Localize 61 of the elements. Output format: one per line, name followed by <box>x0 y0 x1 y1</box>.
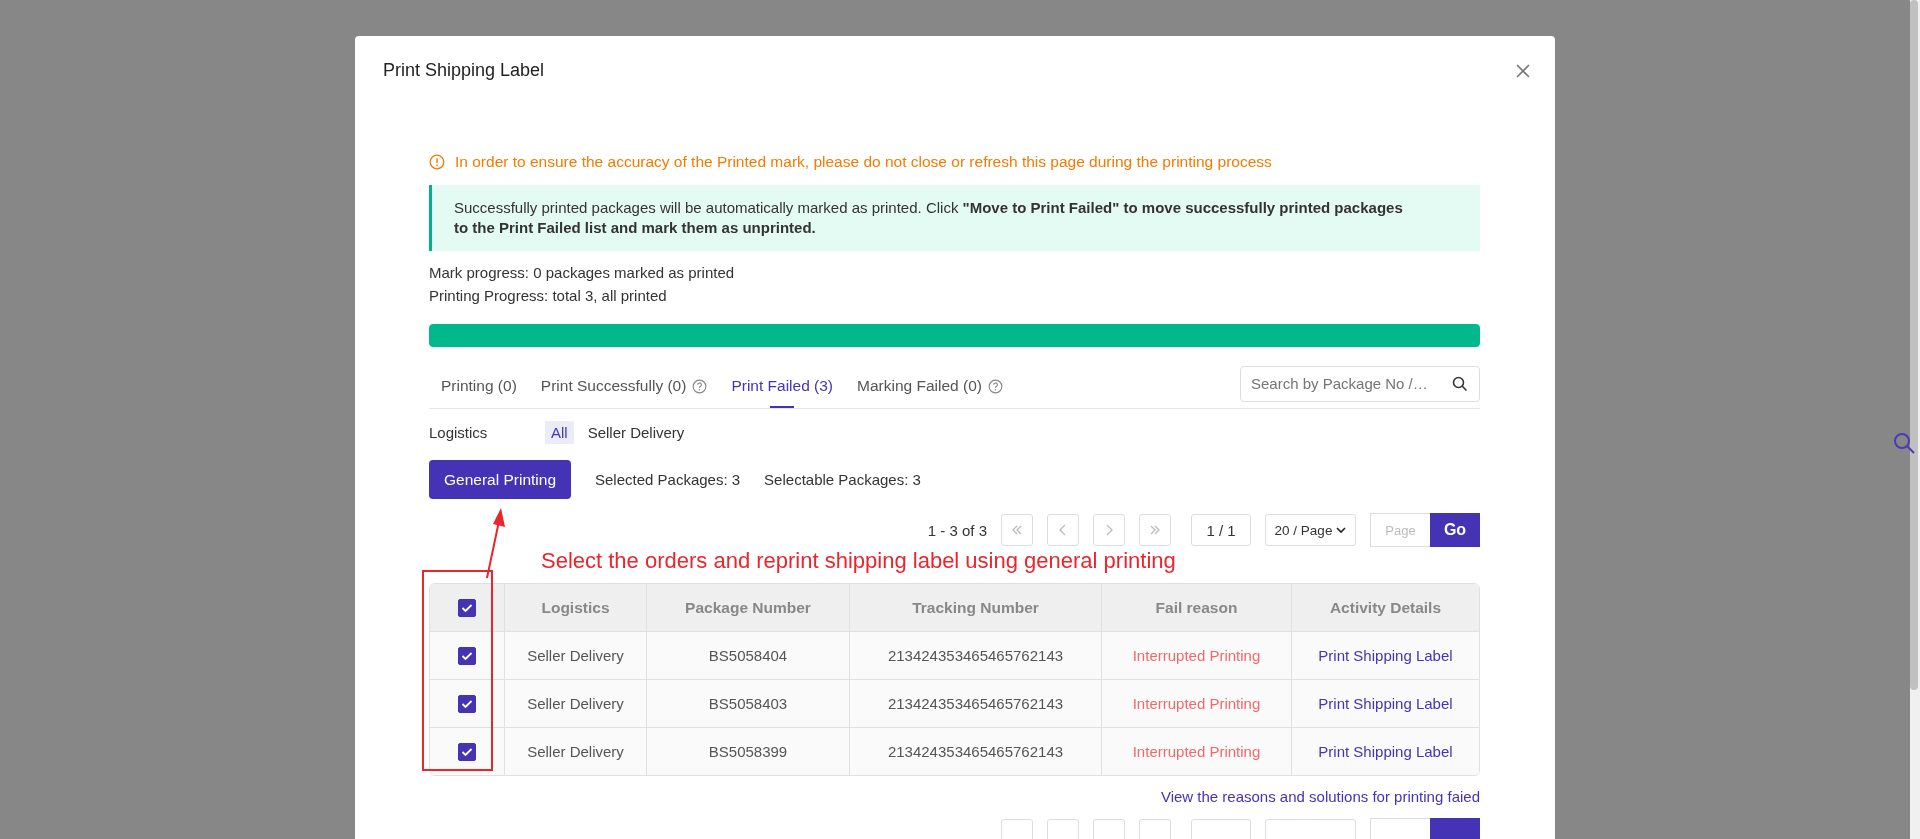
search-icon[interactable] <box>1452 375 1468 392</box>
first-page-button[interactable] <box>1001 514 1033 546</box>
dialog-title: Print Shipping Label <box>383 60 545 81</box>
filter-option[interactable]: Seller Delivery <box>581 421 691 444</box>
warning-text: In order to ensure the accuracy of the Printed mark, please do not close or refresh this page during the printing process <box>455 153 1272 171</box>
column-header: Logistics <box>505 584 647 631</box>
table-cell: 213424353465465762143 <box>850 631 1102 679</box>
fail-reason: Interrupted Printing <box>1102 679 1292 727</box>
table-cell: Seller Delivery <box>505 631 647 679</box>
help-icon[interactable] <box>987 378 1003 394</box>
last-page-button[interactable] <box>1139 514 1171 546</box>
general-printing-button[interactable]: General Printing <box>429 460 571 499</box>
column-header: Activity Details <box>1292 584 1479 631</box>
row-checkbox[interactable] <box>458 743 476 761</box>
page-size-select[interactable]: 20 / Page <box>1265 514 1356 546</box>
scrollbar[interactable] <box>1910 0 1920 839</box>
table-cell: Seller Delivery <box>505 679 647 727</box>
row-checkbox[interactable] <box>458 647 476 665</box>
annotation-arrow <box>484 507 508 579</box>
checkmark-icon <box>461 602 473 613</box>
search-field[interactable]: Search by Package No /… <box>1240 365 1480 402</box>
table-cell: Seller Delivery <box>505 727 647 775</box>
table-cell: BS5058403 <box>647 679 850 727</box>
tab[interactable]: Printing (0) <box>441 365 517 408</box>
fail-reason: Interrupted Printing <box>1102 727 1292 775</box>
warning-icon <box>429 154 445 170</box>
selectable-count: Selectable Packages: 3 <box>764 471 921 488</box>
column-header: Package Number <box>647 584 850 631</box>
fail-reason: Interrupted Printing <box>1102 631 1292 679</box>
close-icon[interactable] <box>1515 62 1531 79</box>
double-chevron-right-icon <box>1148 523 1162 537</box>
row-checkbox[interactable] <box>458 695 476 713</box>
checkmark-icon <box>461 699 473 709</box>
checkmark-icon <box>461 651 473 661</box>
checkmark-icon <box>461 747 473 757</box>
select-all-checkbox[interactable] <box>458 598 476 617</box>
table-cell: 213424353465465762143 <box>850 727 1102 775</box>
page-input[interactable]: Page <box>1370 513 1430 547</box>
next-page-button[interactable] <box>1093 514 1125 546</box>
table-cell: BS5058404 <box>647 631 850 679</box>
tab[interactable]: Print Successfully (0) <box>540 365 708 408</box>
filter-label: Logistics <box>429 424 489 441</box>
annotation-text: Select the orders and reprint shipping label using general printing <box>541 548 1176 574</box>
help-link[interactable]: View the reasons and solutions for printing faied <box>1160 788 1480 805</box>
caret-icon <box>1336 526 1347 534</box>
double-chevron-left-icon <box>1010 523 1024 537</box>
go-button[interactable]: Go <box>1430 513 1480 547</box>
table-cell: BS5058399 <box>647 727 850 775</box>
help-icon[interactable] <box>692 378 708 394</box>
mark-progress-text: Mark progress: 0 packages marked as printed <box>429 263 736 283</box>
column-header: Fail reason <box>1102 584 1292 631</box>
filter-option[interactable]: All <box>545 421 574 444</box>
tab[interactable]: Marking Failed (0) <box>857 365 1003 408</box>
page-indicator: 1 / 1 <box>1191 514 1251 546</box>
printing-progress-text: Printing Progress: total 3, all printed <box>429 286 668 306</box>
table-cell: 213424353465465762143 <box>850 679 1102 727</box>
selected-count: Selected Packages: 3 <box>595 471 741 488</box>
previous-page-button[interactable] <box>1047 514 1079 546</box>
column-header: Tracking Number <box>850 584 1102 631</box>
page-summary: 1 - 3 of 3 <box>927 521 987 539</box>
notice-text: Successfully printed packages will be automatically marked as printed. Click "Move to Print Failed" to move successfully printed packages to the Print Failed list and mark them as unprinted. <box>454 199 1403 236</box>
